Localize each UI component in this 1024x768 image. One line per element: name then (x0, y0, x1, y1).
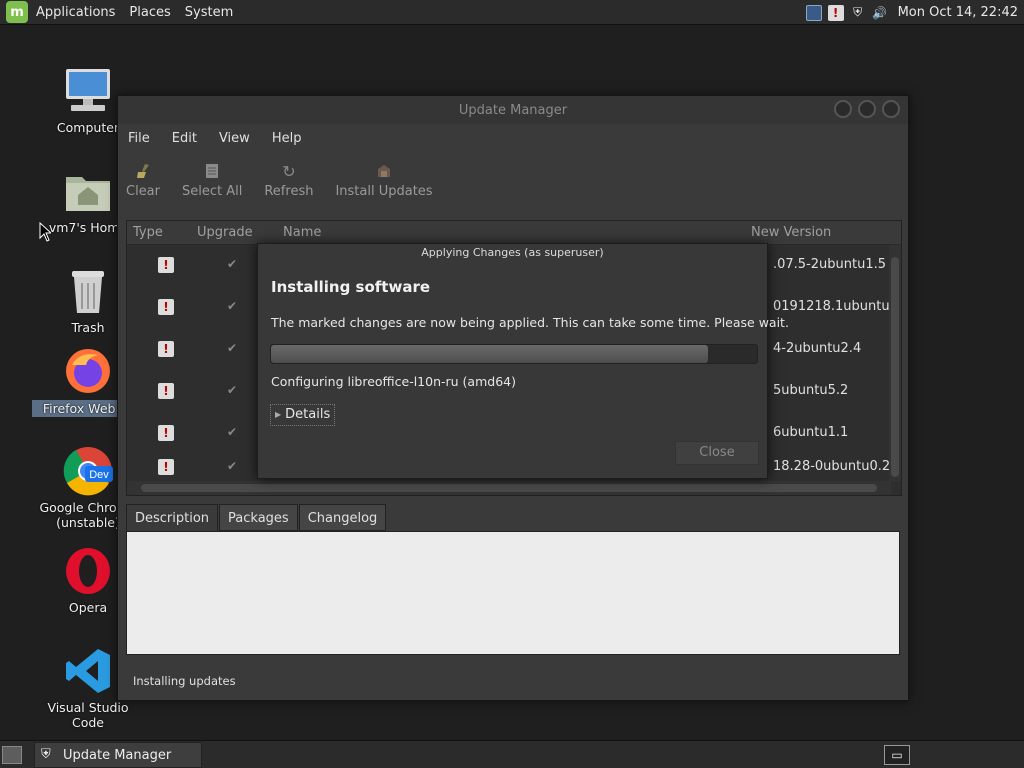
description-panel (126, 531, 900, 655)
new-version-cell: 6ubuntu1.1 (773, 425, 849, 440)
menu-edit[interactable]: Edit (172, 131, 197, 146)
minimize-button[interactable] (834, 100, 852, 118)
workspace-switcher-icon[interactable]: ▭ (884, 745, 910, 765)
close-window-button[interactable] (882, 100, 900, 118)
menubar: File Edit View Help (118, 124, 908, 152)
show-desktop-icon[interactable] (2, 746, 22, 764)
upgrade-checkbox[interactable]: ✔ (227, 459, 237, 473)
menu-places[interactable]: Places (129, 5, 170, 20)
new-version-cell: .07.5-2ubuntu1.5 (773, 257, 887, 272)
clear-button[interactable]: Clear (126, 158, 160, 199)
new-version-cell: 0191218.1ubuntu2 (773, 299, 891, 314)
upgrade-checkbox[interactable]: ✔ (227, 425, 237, 439)
trash-icon (63, 266, 113, 316)
expander-arrow-icon: ▶ (275, 410, 282, 419)
upgrade-checkbox[interactable]: ✔ (227, 341, 237, 355)
upgrade-checkbox[interactable]: ✔ (227, 383, 237, 397)
computer-icon (63, 66, 113, 116)
window-title: Update Manager (458, 102, 568, 118)
bottom-taskbar: ⛨ Update Manager ▭ (0, 740, 1024, 768)
opera-icon (63, 546, 113, 596)
window-titlebar[interactable]: Update Manager (118, 96, 908, 124)
security-update-icon: ! (158, 459, 174, 475)
maximize-button[interactable] (858, 100, 876, 118)
desktop-label: Visual Studio Code (47, 700, 129, 730)
install-updates-button[interactable]: Install Updates (335, 158, 433, 199)
menu-view[interactable]: View (219, 131, 250, 146)
details-expander[interactable]: ▶ Details (270, 404, 336, 426)
select-all-button[interactable]: Select All (182, 158, 242, 199)
tab-packages[interactable]: Packages (219, 504, 298, 531)
menu-system[interactable]: System (185, 5, 233, 20)
dialog-heading: Installing software (271, 278, 431, 296)
broom-icon (135, 158, 151, 184)
firefox-icon (63, 346, 113, 396)
horizontal-scrollbar[interactable] (127, 481, 891, 495)
column-type[interactable]: Type (133, 225, 163, 240)
vertical-scrollbar[interactable] (889, 245, 901, 481)
shield-icon: ⛨ (41, 747, 51, 762)
dialog-status: Configuring libreoffice-l10n-ru (amd64) (271, 374, 516, 389)
details-tabs: Description Packages Changelog (126, 504, 387, 531)
security-update-icon: ! (158, 425, 174, 441)
upgrade-checkbox[interactable]: ✔ (227, 299, 237, 313)
clock[interactable]: Mon Oct 14, 22:42 (898, 5, 1018, 20)
taskbar-item-update-manager[interactable]: ⛨ Update Manager (34, 742, 202, 768)
svg-text:Dev: Dev (89, 469, 109, 481)
table-header: Type Upgrade Name New Version (127, 221, 901, 245)
volume-icon[interactable]: 🔊 (872, 5, 888, 21)
status-text: Installing updates (133, 674, 236, 688)
install-progress-bar (270, 344, 758, 364)
applying-changes-dialog: Applying Changes (as superuser) Installi… (257, 243, 789, 479)
dialog-message: The marked changes are now being applied… (271, 315, 789, 330)
close-button[interactable]: Close (675, 441, 759, 465)
security-update-icon: ! (158, 341, 174, 357)
security-update-icon: ! (158, 383, 174, 399)
menu-applications[interactable]: Applications (36, 5, 115, 20)
refresh-icon: ↻ (282, 161, 296, 181)
document-icon (205, 158, 219, 184)
menu-file[interactable]: File (128, 131, 150, 146)
top-panel: m Applications Places System ! ⛨ 🔊 Mon O… (0, 0, 1024, 25)
home-folder-icon (63, 166, 113, 216)
column-upgrade[interactable]: Upgrade (197, 225, 253, 240)
new-version-cell: 18.28-0ubuntu0.22 (773, 459, 891, 474)
new-version-cell: 4-2ubuntu2.4 (773, 341, 862, 356)
dialog-title[interactable]: Applying Changes (as superuser) (258, 244, 767, 262)
toolbar: Clear Select All ↻ Refresh Install Updat… (118, 152, 908, 212)
chrome-icon: Dev (63, 446, 113, 496)
column-new-version[interactable]: New Version (751, 225, 831, 240)
update-warning-icon[interactable]: ! (827, 4, 844, 21)
system-tray: ! ⛨ 🔊 Mon Oct 14, 22:42 (805, 0, 1018, 25)
security-update-icon: ! (158, 299, 174, 315)
mouse-cursor-icon (39, 222, 51, 242)
shield-icon[interactable]: ⛨ (850, 5, 866, 21)
column-name[interactable]: Name (283, 225, 321, 240)
security-update-icon: ! (158, 257, 174, 273)
tab-description[interactable]: Description (126, 504, 219, 531)
upgrade-checkbox[interactable]: ✔ (227, 257, 237, 271)
menu-help[interactable]: Help (272, 131, 302, 146)
network-icon[interactable] (805, 4, 822, 21)
mint-menu-icon[interactable]: m (6, 1, 28, 23)
tab-changelog[interactable]: Changelog (298, 504, 387, 531)
new-version-cell: 5ubuntu5.2 (773, 383, 849, 398)
vscode-icon (63, 646, 113, 696)
refresh-button[interactable]: ↻ Refresh (264, 158, 313, 200)
package-icon (376, 158, 392, 184)
